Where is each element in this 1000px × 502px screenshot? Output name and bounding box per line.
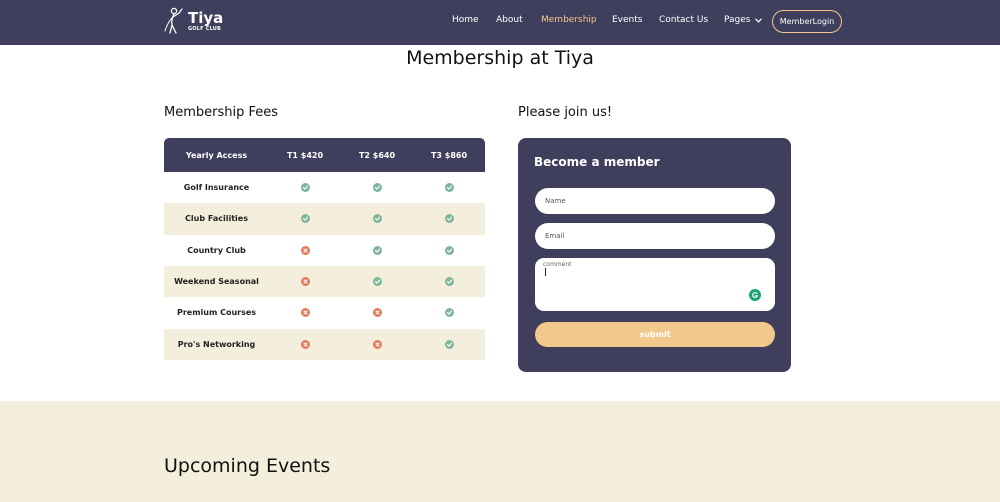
membership-form: Become a member Name Email comment submi… [518, 138, 791, 372]
grammarly-icon[interactable] [749, 289, 761, 301]
column-header-t1: T1 $420 [286, 150, 324, 160]
comment-placeholder: comment [543, 261, 572, 268]
brand-tagline: GOLF CLUB [188, 25, 222, 32]
cross-circle-icon [372, 339, 382, 349]
column-header-t3: T3 $860 [430, 150, 468, 160]
nav-pages-label: Pages [724, 15, 751, 25]
check-circle-icon [444, 339, 454, 349]
cross-circle-icon [300, 339, 310, 349]
comment-textarea[interactable]: comment [535, 258, 775, 311]
golfer-logo-icon [164, 7, 183, 34]
row-label: Premium Courses [176, 308, 257, 318]
check-circle-icon [300, 183, 310, 193]
table-row: Club Facilities [164, 203, 485, 235]
brand-name: Tiya [188, 8, 224, 27]
email-input[interactable]: Email [535, 223, 775, 249]
grammarly-glyph-icon [752, 292, 759, 298]
page-title: Membership at Tiya [406, 47, 594, 69]
table-row: Country Club [164, 235, 485, 266]
cross-circle-icon [300, 245, 310, 255]
check-circle-icon [444, 308, 454, 318]
row-label: Country Club [187, 245, 246, 255]
row-label: Pro's Networking [177, 339, 256, 349]
cross-circle-icon [300, 277, 310, 287]
column-header-yearly-access: Yearly Access [185, 150, 248, 160]
cross-circle-icon [300, 308, 310, 318]
column-header-t2: T2 $640 [358, 150, 396, 160]
upcoming-events-section: Upcoming Events [0, 401, 1000, 502]
membership-fees-table: Yearly Access T1 $420 T2 $640 T3 $860 Go… [164, 138, 485, 360]
membership-fees-heading: Membership Fees [164, 105, 279, 120]
nav-events[interactable]: Events [612, 15, 642, 25]
row-label: Weekend Seasonal [174, 277, 259, 287]
check-circle-icon [372, 245, 382, 255]
row-label: Golf Insurance [183, 183, 250, 193]
form-title: Become a member [534, 155, 660, 169]
join-heading: Please join us! [518, 105, 613, 120]
brand-text: Tiya GOLF CLUB [188, 8, 224, 32]
member-login-button[interactable]: MemberLogin [772, 10, 842, 33]
upcoming-events-heading: Upcoming Events [164, 455, 331, 477]
nav-about[interactable]: About [496, 15, 523, 25]
nav-pages-dropdown[interactable]: Pages [724, 15, 763, 25]
text-caret [545, 268, 546, 276]
check-circle-icon [372, 183, 382, 193]
submit-button[interactable]: submit [535, 322, 775, 347]
name-placeholder: Name [545, 197, 566, 205]
top-navbar: Tiya GOLF CLUB Home About Membership Eve… [0, 0, 1000, 45]
table-row: Premium Courses [164, 297, 485, 328]
table-row: Weekend Seasonal [164, 265, 485, 298]
check-circle-icon [444, 214, 454, 224]
brand-logo[interactable]: Tiya GOLF CLUB [162, 6, 223, 36]
name-input[interactable]: Name [535, 188, 775, 214]
check-circle-icon [444, 183, 454, 193]
check-circle-icon [372, 277, 382, 287]
check-circle-icon [300, 214, 310, 224]
email-placeholder: Email [545, 232, 565, 240]
chevron-down-icon [755, 18, 763, 23]
nav-contact-us[interactable]: Contact Us [659, 15, 708, 25]
nav-membership[interactable]: Membership [541, 15, 597, 25]
check-circle-icon [444, 277, 454, 287]
check-circle-icon [444, 245, 454, 255]
cross-circle-icon [372, 308, 382, 318]
nav-home[interactable]: Home [452, 15, 479, 25]
check-circle-icon [372, 214, 382, 224]
table-row: Pro's Networking [164, 328, 485, 360]
fees-table-header: Yearly Access T1 $420 T2 $640 T3 $860 [164, 138, 485, 172]
table-row: Golf Insurance [164, 172, 485, 203]
row-label: Club Facilities [185, 214, 248, 224]
